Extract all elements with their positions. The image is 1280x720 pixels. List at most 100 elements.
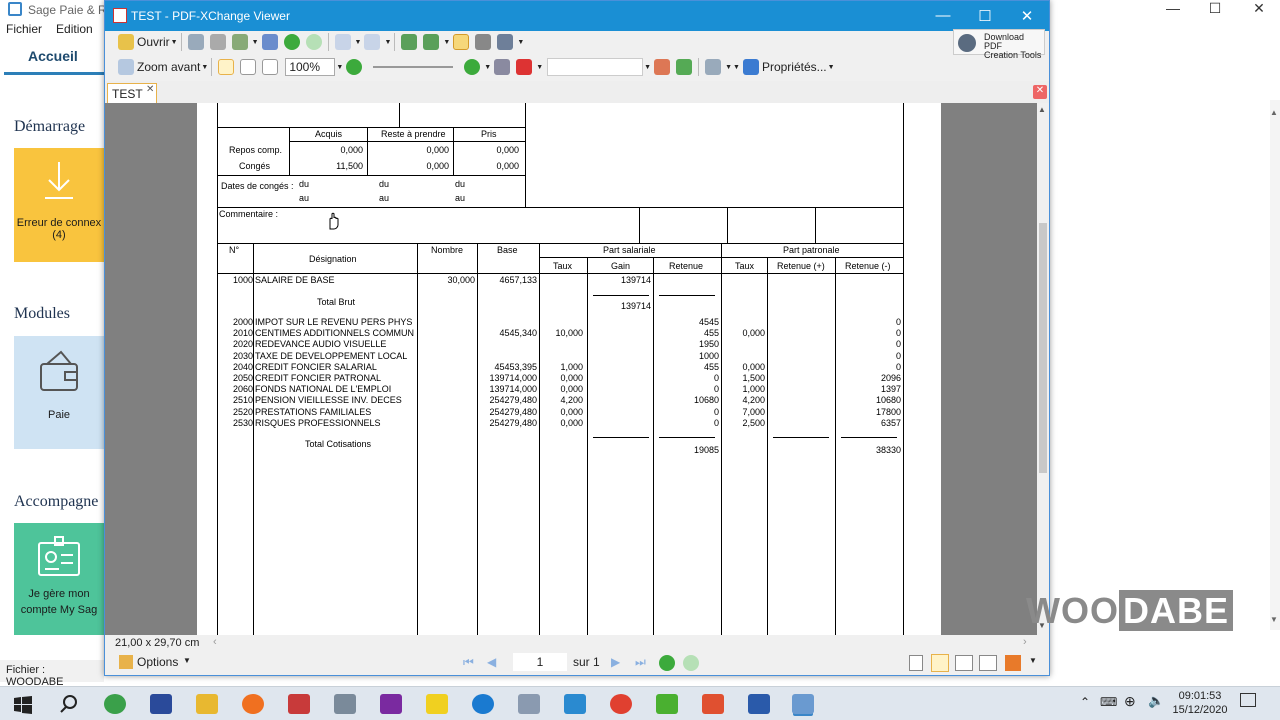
search-input[interactable] (547, 58, 644, 76)
options-button[interactable]: Options (137, 655, 178, 669)
scroll-down-icon[interactable]: ▼ (1270, 615, 1278, 624)
back-icon[interactable] (283, 34, 300, 50)
continuous-icon[interactable] (931, 654, 949, 672)
tab-close-icon[interactable]: ✕ (146, 84, 154, 95)
tile-paie[interactable]: Paie (14, 336, 104, 449)
find-icon[interactable] (261, 34, 278, 50)
menu-edition[interactable]: Edition (56, 22, 93, 40)
onenote-icon[interactable] (380, 694, 402, 714)
tools-icon[interactable] (1005, 655, 1021, 671)
search-next-icon[interactable] (676, 59, 693, 75)
sage-logo-icon (8, 2, 22, 16)
date-du: du (379, 179, 390, 189)
edge-icon[interactable] (472, 694, 494, 714)
tray-chevron-icon[interactable]: ⌃ (1080, 695, 1090, 709)
word-icon[interactable] (748, 694, 770, 714)
zoom-in-icon[interactable] (118, 59, 134, 75)
language-icon[interactable]: ⌨ (1100, 695, 1117, 709)
zoom-field[interactable]: 100% (285, 58, 336, 76)
forward-icon[interactable] (305, 34, 322, 50)
minimize-icon[interactable]: — (1150, 0, 1196, 16)
vertical-scrollbar[interactable]: ▲ ▼ (1037, 103, 1049, 635)
clock[interactable]: 09:01:53 15/12/2020 (1170, 689, 1230, 717)
text-select-icon[interactable] (497, 34, 514, 50)
volume-icon[interactable]: 🔈 (1148, 693, 1164, 709)
rotate-left-icon[interactable] (401, 34, 418, 50)
store-icon[interactable] (564, 694, 586, 714)
paint-icon[interactable] (518, 694, 540, 714)
maximize-icon[interactable]: ☐ (1192, 0, 1238, 16)
scroll-up-icon[interactable]: ▲ (1038, 105, 1046, 114)
continuous-facing-icon[interactable] (979, 655, 997, 671)
pdf-viewer-window: TEST - PDF-XChange Viewer — ☐ ✕ Ouvrir ▼ … (104, 0, 1050, 676)
app-icon-media[interactable] (288, 694, 310, 714)
save-icon[interactable] (187, 34, 204, 50)
tile-mysage[interactable]: Je gère mon compte My Sag (14, 523, 104, 635)
actual-size-icon[interactable] (218, 59, 235, 75)
camtasia-icon[interactable] (656, 694, 678, 714)
fit-page-icon[interactable] (240, 59, 257, 75)
app-icon-sage[interactable] (104, 694, 126, 714)
tab-accueil[interactable]: Accueil (28, 48, 78, 64)
hand-tool-icon[interactable] (453, 34, 470, 50)
zoom-in-button[interactable]: Zoom avant (137, 60, 200, 74)
redo-icon[interactable] (364, 34, 381, 50)
close-icon[interactable]: ✕ (1236, 0, 1280, 16)
stamp-icon[interactable] (516, 59, 533, 75)
options-dropdown-icon[interactable]: ▼ (183, 656, 191, 665)
app-icon-pdf[interactable] (150, 694, 172, 714)
undo-icon[interactable] (334, 34, 351, 50)
tools-dropdown-icon[interactable]: ▼ (1029, 656, 1037, 665)
zoom-slider[interactable] (373, 66, 454, 68)
search-prev-icon[interactable] (654, 59, 671, 75)
zoom-out-icon[interactable] (346, 59, 363, 75)
firefox-icon[interactable] (242, 694, 264, 714)
scroll-left-icon[interactable]: ‹ (213, 636, 217, 648)
pdf-maximize-icon[interactable]: ☐ (965, 7, 1005, 25)
pdf-minimize-icon[interactable]: — (923, 7, 963, 24)
properties-icon[interactable] (742, 59, 759, 75)
network-icon[interactable]: ⊕ (1124, 693, 1136, 710)
nav-forward-icon[interactable] (683, 655, 699, 671)
link-icon[interactable] (494, 59, 511, 75)
export-icon[interactable] (231, 34, 248, 50)
pdf-close-icon[interactable]: ✕ (1007, 7, 1047, 25)
notifications-icon[interactable] (1240, 693, 1256, 707)
calculator-icon[interactable] (334, 694, 356, 714)
page-number-field[interactable]: 1 (513, 653, 567, 671)
close-document-icon[interactable]: ✕ (1033, 85, 1047, 99)
document-viewport[interactable]: Acquis Reste à prendre Pris Repos comp. … (105, 103, 1037, 635)
fit-width-icon[interactable] (262, 59, 279, 75)
pdf-xchange-taskbar-icon[interactable] (792, 694, 814, 714)
last-page-icon[interactable]: ⏭ (635, 655, 646, 670)
single-page-icon[interactable] (909, 655, 923, 671)
recorder-icon[interactable] (702, 694, 724, 714)
windows-start-icon[interactable] (14, 696, 32, 714)
next-page-icon[interactable]: ▶ (611, 655, 620, 669)
sticky-notes-icon[interactable] (426, 694, 448, 714)
facing-icon[interactable] (955, 655, 973, 671)
properties-button[interactable]: Propriétés... (762, 60, 827, 74)
tile-error[interactable]: Erreur de connex (4) (14, 148, 104, 262)
sage-scrollbar[interactable]: ▲ ▼ (1270, 100, 1280, 630)
download-pdf-tools-button[interactable]: Download PDF Creation Tools (953, 29, 1045, 60)
prev-page-icon[interactable]: ◀ (487, 655, 496, 669)
rotate-right-icon[interactable] (423, 34, 440, 50)
scroll-thumb[interactable] (1039, 223, 1047, 473)
print-icon[interactable] (209, 34, 226, 50)
folder-open-icon[interactable] (118, 34, 134, 50)
zoom-plus-icon[interactable] (464, 59, 481, 75)
scroll-up-icon[interactable]: ▲ (1270, 108, 1278, 117)
first-page-icon[interactable]: ⏮ (463, 655, 474, 670)
comment-tool-icon[interactable] (705, 59, 722, 75)
section-demarrage: Démarrage (14, 118, 86, 135)
chrome-icon[interactable] (610, 694, 632, 714)
document-tab[interactable]: TEST ✕ (107, 83, 157, 103)
scroll-right-icon[interactable]: › (1023, 636, 1027, 648)
snapshot-icon[interactable] (475, 34, 492, 50)
menu-fichier[interactable]: Fichier (6, 22, 42, 40)
open-button[interactable]: Ouvrir (137, 35, 170, 49)
file-explorer-icon[interactable] (196, 694, 218, 714)
nav-back-icon[interactable] (659, 655, 675, 671)
search-icon[interactable] (60, 695, 78, 713)
